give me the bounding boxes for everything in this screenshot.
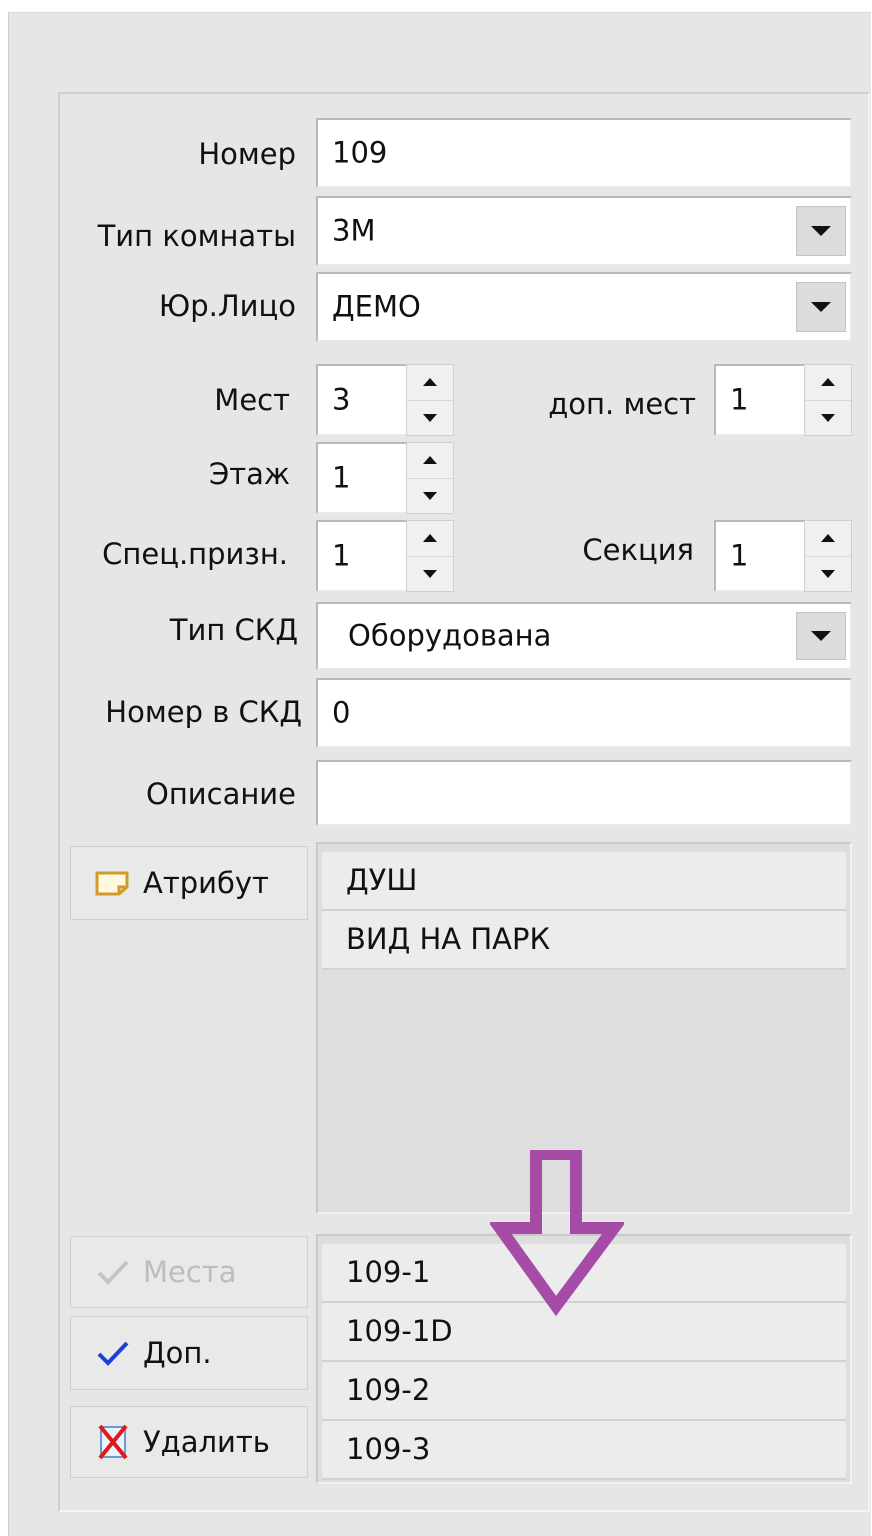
legal-entity-value: ДЕМО bbox=[332, 289, 421, 324]
delete-button[interactable]: Удалить bbox=[70, 1406, 308, 1478]
number-value: 109 bbox=[332, 135, 388, 170]
description-field[interactable] bbox=[316, 760, 852, 826]
floor-spinner[interactable] bbox=[406, 442, 454, 514]
chevron-down-icon bbox=[811, 302, 831, 312]
floor-value: 1 bbox=[332, 460, 351, 495]
chevron-down-icon bbox=[811, 631, 831, 641]
legal-entity-label: Юр.Лицо bbox=[158, 289, 296, 323]
spin-down-icon bbox=[423, 413, 437, 422]
section-field[interactable]: 1 bbox=[714, 520, 806, 592]
skd-type-label: Тип СКД bbox=[169, 613, 298, 647]
spin-down-button[interactable] bbox=[805, 399, 851, 436]
spin-up-button[interactable] bbox=[805, 365, 851, 400]
number-label: Номер bbox=[198, 137, 296, 171]
list-item[interactable]: 109-2 bbox=[322, 1362, 846, 1421]
spin-up-button[interactable] bbox=[407, 365, 453, 400]
places-button[interactable]: Места bbox=[70, 1236, 308, 1308]
room-type-label: Тип комнаты bbox=[97, 219, 296, 253]
list-item[interactable]: ВИД НА ПАРК bbox=[322, 911, 846, 970]
extra-places-value: 1 bbox=[730, 382, 749, 417]
description-label: Описание bbox=[146, 777, 296, 811]
floor-field[interactable]: 1 bbox=[316, 442, 408, 514]
special-value: 1 bbox=[332, 538, 351, 573]
spin-down-icon bbox=[821, 569, 835, 578]
number-field[interactable]: 109 bbox=[316, 118, 852, 188]
note-icon bbox=[93, 865, 133, 901]
spin-down-icon bbox=[821, 413, 835, 422]
room-type-combo[interactable]: 3М bbox=[316, 196, 852, 266]
spin-down-button[interactable] bbox=[407, 477, 453, 514]
spin-down-icon bbox=[423, 491, 437, 500]
list-item[interactable]: 109-3 bbox=[322, 1421, 846, 1480]
chevron-down-icon bbox=[811, 226, 831, 236]
down-arrow-annotation-icon bbox=[490, 1150, 624, 1317]
delete-button-label: Удалить bbox=[143, 1425, 270, 1459]
extra-places-spinner[interactable] bbox=[804, 364, 852, 436]
skd-type-dropdown-button[interactable] bbox=[796, 612, 846, 660]
extra-button[interactable]: Доп. bbox=[70, 1316, 308, 1390]
skd-number-field[interactable]: 0 bbox=[316, 678, 852, 748]
spin-down-button[interactable] bbox=[407, 399, 453, 436]
places-button-label: Места bbox=[143, 1255, 237, 1289]
places-field[interactable]: 3 bbox=[316, 364, 408, 436]
spin-up-icon bbox=[423, 378, 437, 387]
check-icon bbox=[93, 1335, 133, 1371]
section-spinner[interactable] bbox=[804, 520, 852, 592]
skd-number-value: 0 bbox=[332, 695, 351, 730]
special-label: Спец.призн. bbox=[102, 537, 288, 571]
places-spinner[interactable] bbox=[406, 364, 454, 436]
spin-down-icon bbox=[423, 569, 437, 578]
skd-type-value: Оборудована bbox=[348, 618, 552, 653]
skd-number-label: Номер в СКД bbox=[105, 695, 302, 729]
spin-up-icon bbox=[821, 378, 835, 387]
spin-up-button[interactable] bbox=[407, 521, 453, 556]
legal-entity-combo[interactable]: ДЕМО bbox=[316, 272, 852, 342]
attribute-button-label: Атрибут bbox=[143, 866, 269, 900]
spin-up-button[interactable] bbox=[805, 521, 851, 556]
extra-button-label: Доп. bbox=[143, 1336, 212, 1370]
attribute-button[interactable]: Атрибут bbox=[70, 846, 308, 920]
list-item[interactable]: ДУШ bbox=[322, 852, 846, 911]
spin-up-icon bbox=[423, 456, 437, 465]
spin-down-button[interactable] bbox=[805, 555, 851, 592]
extra-places-field[interactable]: 1 bbox=[714, 364, 806, 436]
check-icon bbox=[93, 1254, 133, 1290]
spin-up-icon bbox=[423, 534, 437, 543]
delete-x-icon bbox=[93, 1424, 133, 1460]
places-value: 3 bbox=[332, 382, 351, 417]
floor-label: Этаж bbox=[208, 457, 290, 491]
special-field[interactable]: 1 bbox=[316, 520, 408, 592]
spin-up-button[interactable] bbox=[407, 443, 453, 478]
skd-type-combo[interactable]: Оборудована bbox=[316, 602, 852, 670]
extra-places-label: доп. мест bbox=[548, 387, 696, 421]
legal-entity-dropdown-button[interactable] bbox=[796, 282, 846, 332]
spin-up-icon bbox=[821, 534, 835, 543]
section-value: 1 bbox=[730, 538, 749, 573]
section-label: Секция bbox=[582, 533, 694, 567]
room-type-dropdown-button[interactable] bbox=[796, 206, 846, 256]
room-type-value: 3М bbox=[332, 213, 376, 248]
special-spinner[interactable] bbox=[406, 520, 454, 592]
places-label: Мест bbox=[214, 383, 290, 417]
spin-down-button[interactable] bbox=[407, 555, 453, 592]
